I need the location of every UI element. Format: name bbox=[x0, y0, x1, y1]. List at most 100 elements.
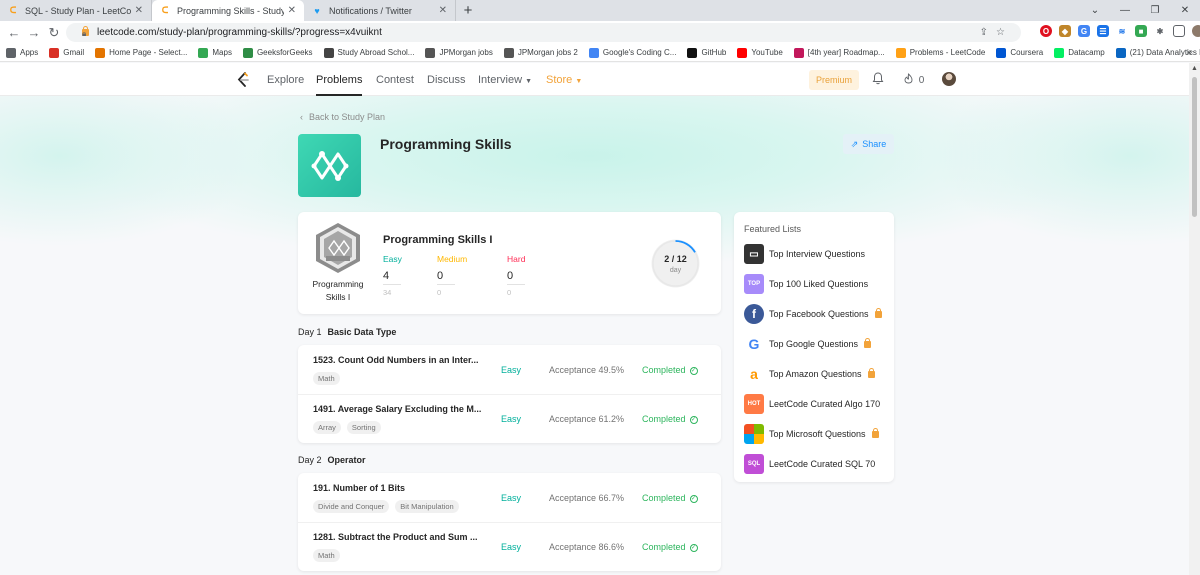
minimize-icon[interactable]: — bbox=[1110, 0, 1140, 21]
bookmark-item[interactable]: JPMorgan jobs 2 bbox=[503, 47, 578, 58]
bookmark-item[interactable]: Gmail bbox=[49, 47, 84, 58]
problem-title[interactable]: 1491. Average Salary Excluding the M... bbox=[313, 404, 481, 414]
nav-store[interactable]: Store ▼ bbox=[546, 74, 582, 86]
close-window-icon[interactable]: ✕ bbox=[1170, 0, 1200, 21]
problem-row[interactable]: 1523. Count Odd Numbers in an Inter... M… bbox=[298, 345, 721, 394]
share-button[interactable]: ⇗ Share bbox=[843, 134, 894, 154]
back-to-study-plan-link[interactable]: ‹ Back to Study Plan bbox=[300, 112, 385, 122]
medium-total: 0 bbox=[437, 288, 442, 297]
nav-problems[interactable]: Problems bbox=[316, 74, 363, 96]
problem-row[interactable]: 1281. Subtract the Product and Sum ... M… bbox=[298, 522, 721, 571]
nav-explore[interactable]: Explore bbox=[267, 74, 304, 86]
browser-tab[interactable]: ᑕ SQL - Study Plan - LeetCode ✕ bbox=[0, 0, 152, 21]
wifi-icon[interactable]: ≋ bbox=[1116, 25, 1128, 37]
problem-title[interactable]: 191. Number of 1 Bits bbox=[313, 483, 405, 493]
featured-lists-heading: Featured Lists bbox=[744, 224, 802, 234]
status-label: Completed bbox=[642, 542, 686, 552]
close-tab-icon[interactable]: ✕ bbox=[135, 5, 143, 16]
leetcode-icon: ᑕ bbox=[161, 5, 169, 15]
bookmarks-more-button[interactable]: » bbox=[1186, 47, 1192, 58]
bell-icon[interactable] bbox=[872, 72, 884, 85]
tag-list: Math bbox=[313, 549, 340, 562]
browser-tab[interactable]: ♥ Notifications / Twitter ✕ bbox=[304, 0, 456, 21]
problem-row[interactable]: 1491. Average Salary Excluding the M... … bbox=[298, 394, 721, 443]
browser-tab-strip: ᑕ SQL - Study Plan - LeetCode ✕ ᑕ Progra… bbox=[0, 0, 1200, 21]
hard-total: 0 bbox=[507, 288, 512, 297]
status-label: Completed bbox=[642, 493, 686, 503]
tag-pill[interactable]: Sorting bbox=[346, 421, 381, 434]
side-panel-icon[interactable] bbox=[1173, 25, 1185, 37]
bookmark-item[interactable]: GeeksforGeeks bbox=[242, 47, 313, 58]
top-icon: TOP bbox=[744, 274, 764, 294]
bookmark-label: Google's Coding C... bbox=[602, 48, 677, 57]
featured-list-item[interactable]: G Top Google Questions bbox=[744, 333, 872, 355]
page-scrollbar[interactable]: ▲ bbox=[1189, 63, 1200, 575]
bookmark-item[interactable]: Maps bbox=[198, 47, 232, 58]
twitter-icon: ♥ bbox=[314, 5, 320, 16]
bookmark-item[interactable]: GitHub bbox=[687, 47, 726, 58]
browser-tab-active[interactable]: ᑕ Programming Skills - Study Plan ✕ bbox=[152, 0, 304, 21]
profile-avatar[interactable] bbox=[1192, 25, 1200, 37]
bookmark-label: Coursera bbox=[1010, 48, 1044, 57]
tab-title: SQL - Study Plan - LeetCode bbox=[25, 5, 131, 16]
featured-list-item[interactable]: ▭ Top Interview Questions bbox=[744, 243, 865, 265]
close-tab-icon[interactable]: ✕ bbox=[288, 5, 296, 16]
bookmark-item[interactable]: Problems - LeetCode bbox=[895, 47, 985, 58]
extension-icon[interactable]: ■ bbox=[1135, 25, 1147, 37]
new-tab-button[interactable]: + bbox=[456, 0, 480, 21]
problem-title[interactable]: 1523. Count Odd Numbers in an Inter... bbox=[313, 355, 479, 365]
bookmark-favicon bbox=[242, 47, 253, 58]
featured-list-label: Top Facebook Questions bbox=[769, 309, 869, 319]
featured-list-item[interactable]: HOT LeetCode Curated Algo 170 bbox=[744, 393, 880, 415]
bookmark-item[interactable]: Home Page - Select... bbox=[95, 47, 187, 58]
leetcode-logo-icon[interactable] bbox=[236, 72, 250, 88]
streak-counter[interactable]: 0 bbox=[904, 73, 924, 86]
featured-list-item[interactable]: f Top Facebook Questions bbox=[744, 303, 882, 325]
translate-icon[interactable]: G bbox=[1078, 25, 1090, 37]
back-arrow-icon[interactable]: ← bbox=[4, 25, 24, 40]
tag-pill[interactable]: Divide and Conquer bbox=[313, 500, 390, 513]
featured-list-item[interactable]: TOP Top 100 Liked Questions bbox=[744, 273, 868, 295]
close-tab-icon[interactable]: ✕ bbox=[439, 5, 447, 16]
problem-title[interactable]: 1281. Subtract the Product and Sum ... bbox=[313, 532, 478, 542]
extension-icon[interactable]: ◆ bbox=[1059, 25, 1071, 37]
tag-pill[interactable]: Array bbox=[313, 421, 341, 434]
bookmark-label: JPMorgan jobs 2 bbox=[517, 48, 578, 57]
tab-search-icon[interactable]: ⌄ bbox=[1080, 0, 1110, 21]
featured-list-item[interactable]: Top Microsoft Questions bbox=[744, 423, 879, 445]
featured-list-item[interactable]: a Top Amazon Questions bbox=[744, 363, 875, 385]
nav-interview[interactable]: Interview ▼ bbox=[478, 74, 532, 86]
tag-pill[interactable]: Bit Manipulation bbox=[395, 500, 459, 513]
leetcode-icon: ᑕ bbox=[9, 5, 17, 15]
nav-contest[interactable]: Contest bbox=[376, 74, 414, 86]
bookmark-favicon bbox=[793, 47, 804, 58]
bookmark-item[interactable]: [4th year] Roadmap... bbox=[793, 47, 885, 58]
tag-pill[interactable]: Math bbox=[313, 549, 340, 562]
url-input[interactable]: 🔒︎ leetcode.com/study-plan/programming-s… bbox=[66, 23, 1021, 42]
puzzle-icon[interactable]: ✱ bbox=[1154, 25, 1166, 37]
bookmark-item[interactable]: Study Abroad Schol... bbox=[323, 47, 414, 58]
bookmark-item[interactable]: YouTube bbox=[737, 47, 783, 58]
restore-icon[interactable]: ❐ bbox=[1140, 0, 1170, 21]
scroll-up-icon[interactable]: ▲ bbox=[1191, 65, 1198, 72]
user-avatar[interactable] bbox=[942, 72, 956, 86]
extension-icon[interactable]: ☰ bbox=[1097, 25, 1109, 37]
bookmark-item[interactable]: Google's Coding C... bbox=[588, 47, 677, 58]
bookmark-favicon bbox=[687, 47, 698, 58]
hard-label: Hard bbox=[507, 254, 526, 264]
nav-discuss[interactable]: Discuss bbox=[427, 74, 466, 86]
scrollbar-thumb[interactable] bbox=[1192, 77, 1197, 217]
bookmark-item[interactable]: Apps bbox=[6, 47, 38, 58]
opera-icon[interactable]: O bbox=[1040, 25, 1052, 37]
premium-button[interactable]: Premium bbox=[809, 70, 859, 90]
featured-list-item[interactable]: SQL LeetCode Curated SQL 70 bbox=[744, 453, 875, 475]
tag-pill[interactable]: Math bbox=[313, 372, 340, 385]
bookmark-item[interactable]: JPMorgan jobs bbox=[425, 47, 493, 58]
problem-row[interactable]: 191. Number of 1 Bits Divide and Conquer… bbox=[298, 473, 721, 522]
bookmark-item[interactable]: Coursera bbox=[996, 47, 1044, 58]
reload-icon[interactable]: ↻ bbox=[44, 25, 64, 41]
apps-grid-icon bbox=[6, 47, 16, 58]
omnibox-actions[interactable]: ⇪☆ bbox=[980, 27, 1013, 38]
forward-arrow-icon[interactable]: → bbox=[24, 25, 44, 40]
bookmark-item[interactable]: Datacamp bbox=[1054, 47, 1105, 58]
